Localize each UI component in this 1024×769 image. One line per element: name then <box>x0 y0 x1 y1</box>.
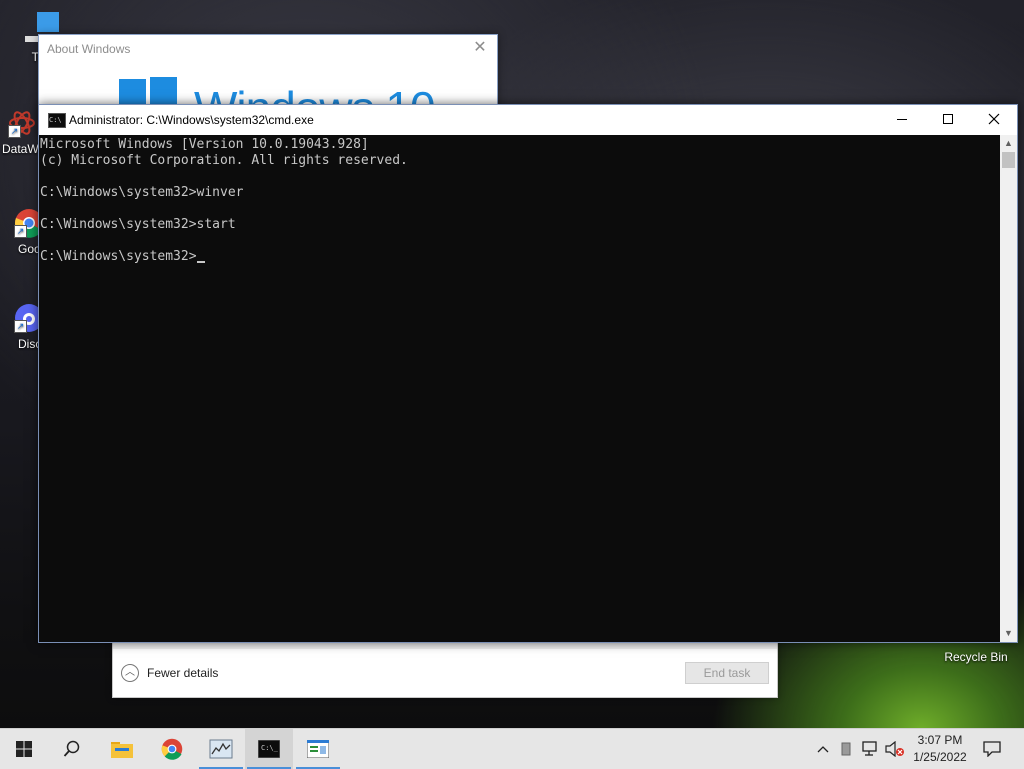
usb-icon <box>841 742 851 756</box>
end-task-button[interactable]: End task <box>685 662 769 684</box>
cmd-taskbar-button[interactable]: C:\_ <box>245 729 293 769</box>
close-icon[interactable]: ✕ <box>471 39 489 57</box>
task-manager-window[interactable]: ︿ Fewer details End task <box>112 640 778 698</box>
maximize-icon <box>943 114 953 124</box>
system-clock[interactable]: 3:07 PM 1/25/2022 <box>902 732 978 766</box>
task-manager-taskbar-button[interactable] <box>294 729 342 769</box>
shortcut-arrow-icon: ↗ <box>14 320 27 333</box>
fewer-details-label: Fewer details <box>147 666 219 680</box>
desktop-icon-recycle-bin[interactable]: Recycle Bin <box>940 650 1012 664</box>
svg-text:C:\_: C:\_ <box>261 744 279 752</box>
console-line: C:\Windows\system32>winver <box>40 185 244 200</box>
fewer-details-button[interactable]: ︿ Fewer details <box>121 663 218 683</box>
chevron-up-icon: ︿ <box>121 664 139 682</box>
clock-time: 3:07 PM <box>917 733 963 747</box>
chart-icon <box>209 739 233 759</box>
notification-icon <box>983 741 1001 757</box>
scroll-down-icon[interactable]: ▼ <box>1000 625 1017 642</box>
network-icon <box>862 741 877 756</box>
text-cursor <box>196 261 205 263</box>
minimize-icon <box>897 119 907 120</box>
scroll-up-icon[interactable]: ▲ <box>1000 135 1017 152</box>
prompt-line[interactable]: C:\Windows\system32> <box>40 249 1000 265</box>
console-line: (c) Microsoft Corporation. All rights re… <box>40 153 408 168</box>
chrome-icon <box>161 738 183 760</box>
close-icon <box>988 113 1000 125</box>
desktop-icon-label: DataW <box>2 142 39 156</box>
cmd-title: Administrator: C:\Windows\system32\cmd.e… <box>69 113 314 127</box>
vertical-scrollbar[interactable]: ▲ ▼ <box>1000 135 1017 642</box>
desktop-icon-label: Disc <box>18 337 42 351</box>
windows-logo-icon <box>16 741 32 757</box>
maximize-button[interactable] <box>925 105 971 135</box>
console-output[interactable]: Microsoft Windows [Version 10.0.19043.92… <box>39 135 1000 642</box>
start-button[interactable] <box>0 729 48 769</box>
search-icon <box>63 740 80 757</box>
task-manager-icon <box>307 740 329 758</box>
shortcut-arrow-icon: ↗ <box>14 225 27 238</box>
console-line: Microsoft Windows [Version 10.0.19043.92… <box>40 137 369 152</box>
chevron-up-icon <box>817 746 829 753</box>
cmd-icon: C:\_ <box>258 740 280 758</box>
taskbar: C:\_ 3:07 PM 1/25/2022 <box>0 728 1024 769</box>
shortcut-arrow-icon: ↗ <box>8 125 21 138</box>
usb-drive-tray-button[interactable] <box>838 729 854 769</box>
atom-icon: ↗ <box>8 108 36 138</box>
action-center-button[interactable] <box>978 729 1006 769</box>
cmd-window[interactable]: C:\ Administrator: C:\Windows\system32\c… <box>38 104 1018 643</box>
search-button[interactable] <box>48 729 96 769</box>
network-tray-button[interactable] <box>860 729 884 769</box>
recycle-bin-label: Recycle Bin <box>944 650 1008 664</box>
cmd-icon: C:\ <box>48 113 66 128</box>
file-explorer-button[interactable] <box>98 729 146 769</box>
show-hidden-icons-button[interactable] <box>813 729 833 769</box>
perfmon-taskbar-button[interactable] <box>197 729 245 769</box>
about-windows-title: About Windows <box>47 42 131 56</box>
console-line: C:\Windows\system32>start <box>40 217 236 232</box>
close-button[interactable] <box>971 105 1017 135</box>
clock-date: 1/25/2022 <box>913 750 967 764</box>
chrome-taskbar-button[interactable] <box>148 729 196 769</box>
folder-icon <box>111 742 133 758</box>
scrollbar-thumb[interactable] <box>1002 152 1015 168</box>
cmd-title-bar[interactable]: C:\ Administrator: C:\Windows\system32\c… <box>39 105 1017 135</box>
prompt-text: C:\Windows\system32> <box>40 249 197 264</box>
minimize-button[interactable] <box>879 105 925 135</box>
